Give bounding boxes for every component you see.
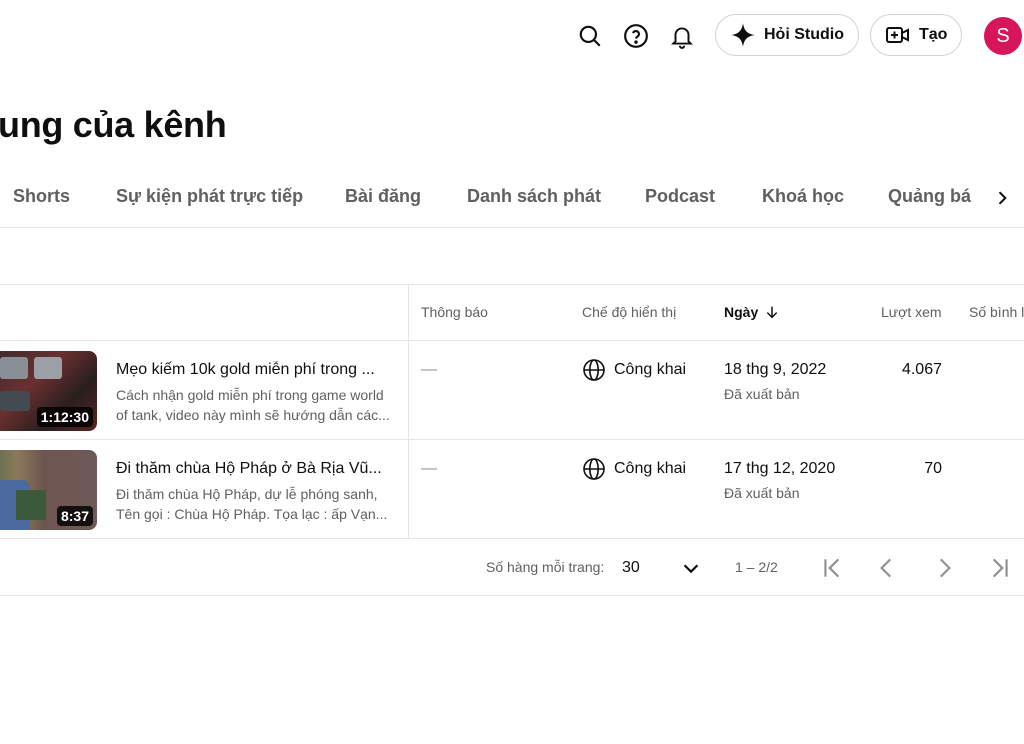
video-duration: 8:37 (56, 506, 93, 526)
visibility-label: Công khai (614, 361, 687, 378)
search-icon (579, 25, 601, 47)
video-thumbnail[interactable]: 8:37 (0, 450, 97, 530)
bell-icon (670, 27, 694, 49)
chevron-right-icon (998, 191, 1007, 205)
page-title: ung của kênh (0, 104, 227, 145)
column-header-comments[interactable]: Số bình l (969, 304, 1024, 320)
last-page-icon (992, 558, 1008, 578)
video-add-icon (886, 27, 909, 43)
video-thumbnail[interactable]: 1:12:30 (0, 351, 97, 431)
table-top-divider (0, 284, 1024, 285)
tabs-divider (0, 227, 1024, 228)
globe-icon (583, 458, 605, 480)
view-count: 4.067 (901, 361, 942, 378)
video-description: Đi thăm chùa Hộ Pháp, dự lễ phóng sanh, … (116, 486, 388, 522)
publish-date: 18 thg 9, 2022 (724, 361, 827, 378)
publish-status: Đã xuất bản (724, 386, 800, 402)
chevron-down-icon (683, 564, 699, 574)
ask-studio-label: Hỏi Studio (764, 26, 844, 43)
arrow-down-icon (767, 306, 778, 319)
first-page-button[interactable] (816, 551, 850, 585)
visibility-cell[interactable]: Công khai (582, 457, 686, 481)
tab-live[interactable]: Sự kiện phát trực tiếp (116, 186, 303, 207)
top-bar: Hỏi Studio Tạo S (0, 0, 1024, 72)
first-page-icon (824, 558, 840, 578)
chevron-left-icon (880, 558, 892, 578)
sparkle-icon (731, 23, 755, 47)
table-row[interactable]: 1:12:30 Mẹo kiếm 10k gold miễn phí trong… (0, 341, 1024, 440)
thumbnail-tank-image (34, 357, 62, 379)
video-description: Cách nhận gold miễn phí trong game world… (116, 387, 390, 423)
video-title[interactable]: Đi thăm chùa Hộ Pháp ở Bà Rịa Vũ... (116, 460, 388, 478)
tabs-scroll-right-button[interactable] (988, 184, 1016, 212)
tab-shorts[interactable]: Shorts (13, 186, 70, 207)
help-icon (624, 24, 648, 48)
create-button[interactable]: Tạo (870, 14, 963, 56)
tab-podcast[interactable]: Podcast (645, 186, 715, 207)
last-page-button[interactable] (982, 551, 1016, 585)
previous-page-button[interactable] (870, 551, 904, 585)
column-header-notifications[interactable]: Thông báo (421, 304, 488, 320)
chevron-right-icon (939, 558, 951, 578)
thumbnail-tank-image (0, 357, 28, 379)
view-count: 70 (924, 460, 942, 477)
thumbnail-panel-image (0, 391, 30, 411)
visibility-cell[interactable]: Công khai (582, 358, 686, 382)
column-header-date-label: Ngày (724, 304, 759, 320)
page-range: 1 – 2/2 (735, 559, 778, 575)
tab-courses[interactable]: Khoá học (762, 186, 844, 207)
thumbnail-object-image (16, 490, 46, 520)
create-label: Tạo (919, 26, 948, 43)
tab-promotions[interactable]: Quảng bá (888, 186, 971, 207)
help-button[interactable] (618, 18, 654, 54)
tab-posts[interactable]: Bài đăng (345, 186, 421, 207)
rows-per-page-select[interactable]: 30 (622, 552, 702, 584)
notification-value: — (421, 460, 437, 477)
column-header-visibility[interactable]: Chế độ hiển thị (582, 304, 676, 320)
tab-playlists[interactable]: Danh sách phát (467, 186, 601, 207)
video-duration: 1:12:30 (36, 407, 93, 427)
column-header-date[interactable]: Ngày (724, 304, 780, 320)
table-row[interactable]: 8:37 Đi thăm chùa Hộ Pháp ở Bà Rịa Vũ...… (0, 440, 1024, 539)
notifications-button[interactable] (664, 18, 700, 54)
globe-icon (583, 359, 605, 381)
rows-per-page-value: 30 (622, 559, 640, 576)
publish-status: Đã xuất bản (724, 485, 800, 501)
notification-value: — (421, 361, 437, 378)
visibility-label: Công khai (614, 460, 687, 477)
video-title[interactable]: Mẹo kiếm 10k gold miễn phí trong ... (116, 361, 388, 379)
search-button[interactable] (572, 18, 608, 54)
column-header-views[interactable]: Lượt xem (881, 304, 942, 320)
content-tabs: Shorts Sự kiện phát trực tiếp Bài đăng D… (0, 178, 1024, 226)
ask-studio-button[interactable]: Hỏi Studio (715, 14, 859, 56)
rows-per-page-label: Số hàng mỗi trang: (486, 559, 605, 575)
pager-divider (0, 595, 1024, 596)
publish-date: 17 thg 12, 2020 (724, 460, 836, 477)
next-page-button[interactable] (927, 551, 961, 585)
avatar[interactable]: S (984, 17, 1022, 55)
